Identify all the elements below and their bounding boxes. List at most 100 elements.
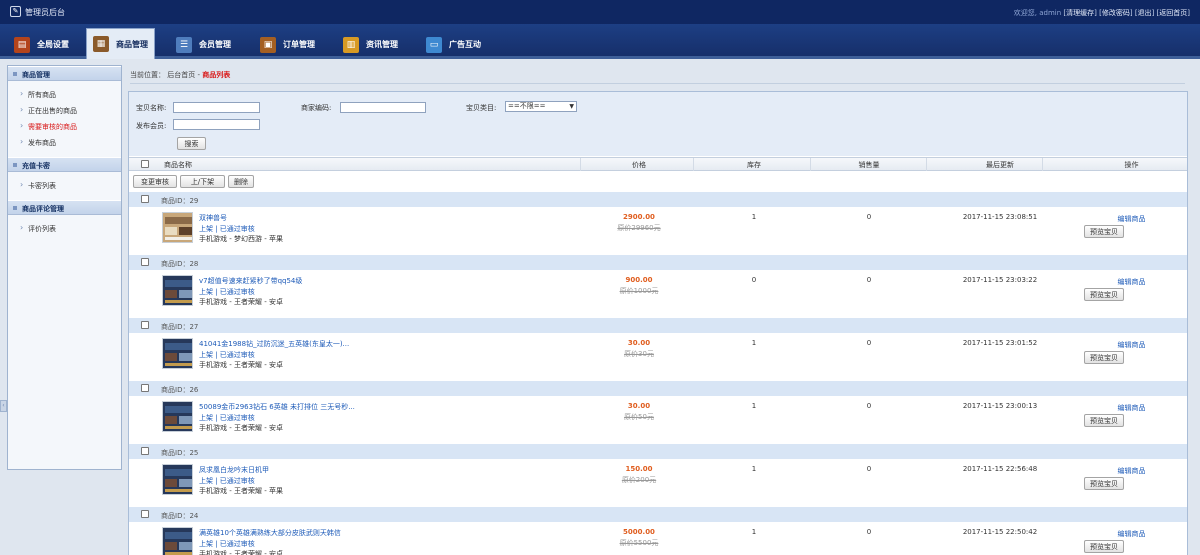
tab-label: 资讯管理 <box>366 40 398 49</box>
breadcrumb: 当前位置： 后台首页 - 商品列表 <box>130 70 230 80</box>
tab-global-settings[interactable]: ▤ 全局设置 <box>8 30 75 59</box>
sidebar-item-needs-review[interactable]: 需要审核的商品 <box>20 118 121 135</box>
welcome-text: 欢迎您, <box>1013 9 1038 17</box>
tab-label: 全局设置 <box>37 40 69 49</box>
product-name-link[interactable]: 41041金1988钻_过防沉迷_五英雄(东皇太一)... <box>199 339 349 349</box>
product-thumbnail[interactable] <box>162 464 193 495</box>
edit-product-link[interactable]: 编辑商品 <box>1074 529 1189 539</box>
row-checkbox[interactable] <box>141 510 149 518</box>
sidebar-item-all-products[interactable]: 所有商品 <box>20 86 121 103</box>
tab-order-management[interactable]: ▣ 订单管理 <box>254 30 321 59</box>
product-thumbnail[interactable] <box>162 401 193 432</box>
product-id: 商品ID：26 <box>161 385 198 395</box>
sidebar: 商品管理 所有商品 正在出售的商品 需要审核的商品 发布商品 充值卡密 卡密列表… <box>7 65 122 470</box>
sidebar-collapse-handle[interactable]: ‹ <box>0 400 7 412</box>
clear-cache-link[interactable]: 清理缓存 <box>1066 9 1094 17</box>
tab-news-management[interactable]: ▥ 资讯管理 <box>337 30 404 59</box>
product-updated: 2017-11-15 23:01:52 <box>962 339 1038 347</box>
change-review-button[interactable]: 变更审核 <box>133 175 177 188</box>
change-password-link[interactable]: 修改密码 <box>1102 9 1130 17</box>
product-status[interactable]: 上架 | 已通过审核 <box>199 413 255 423</box>
product-name-link[interactable]: 凤求凰白龙吟末日机甲 <box>199 465 269 475</box>
product-thumbnail[interactable] <box>162 275 193 306</box>
sidebar-section-reviews[interactable]: 商品评论管理 <box>8 200 121 215</box>
preview-button[interactable]: 预览宝贝 <box>1084 288 1124 301</box>
table-row: 商品ID：25 凤求凰白龙吟末日机甲 上架 | 已通过审核 手机游戏 - 王者荣耀 -… <box>129 444 1187 507</box>
row-checkbox[interactable] <box>141 258 149 266</box>
logout-link[interactable]: 退出 <box>1138 9 1152 17</box>
preview-button[interactable]: 预览宝贝 <box>1084 477 1124 490</box>
row-header: 商品ID：26 <box>129 381 1187 396</box>
product-thumbnail[interactable] <box>162 527 193 555</box>
merchant-code-input[interactable] <box>340 102 426 113</box>
product-original-price: 原价30元 <box>624 350 654 358</box>
product-category: 手机游戏 - 王者荣耀 - 苹果 <box>199 487 283 495</box>
product-name-link[interactable]: v7超值号速来赶紧秒了带qq54级 <box>199 276 302 286</box>
row-checkbox[interactable] <box>141 195 149 203</box>
app-title: 管理员后台 <box>25 8 65 17</box>
product-price: 150.00 <box>625 465 653 473</box>
top-bar: ✎ 管理员后台 欢迎您, admin [清理缓存] [修改密码] [退出] [返… <box>0 0 1200 24</box>
product-sales: 0 <box>866 528 872 536</box>
settings-icon: ▤ <box>14 36 30 53</box>
row-checkbox[interactable] <box>141 321 149 329</box>
category-select[interactable]: ==不限== ▼ <box>505 101 577 112</box>
product-stock: 1 <box>751 528 757 536</box>
product-id: 商品ID：29 <box>161 196 198 206</box>
product-updated: 2017-11-15 22:50:42 <box>962 528 1038 536</box>
col-actions: 操作 <box>1124 161 1139 169</box>
admin-logo-icon: ✎ <box>10 6 21 17</box>
edit-product-link[interactable]: 编辑商品 <box>1074 214 1189 224</box>
preview-button[interactable]: 预览宝贝 <box>1084 225 1124 238</box>
edit-product-link[interactable]: 编辑商品 <box>1074 340 1189 350</box>
delete-button[interactable]: 删除 <box>228 175 254 188</box>
product-status[interactable]: 上架 | 已通过审核 <box>199 350 255 360</box>
product-id-value: 29 <box>189 197 199 205</box>
product-status[interactable]: 上架 | 已通过审核 <box>199 224 255 234</box>
tab-ads-interaction[interactable]: ▭ 广告互动 <box>420 30 487 59</box>
preview-button[interactable]: 预览宝贝 <box>1084 414 1124 427</box>
sidebar-item-review-list[interactable]: 评价列表 <box>20 220 121 237</box>
edit-product-link[interactable]: 编辑商品 <box>1074 403 1189 413</box>
row-checkbox[interactable] <box>141 447 149 455</box>
edit-product-link[interactable]: 编辑商品 <box>1074 277 1189 287</box>
sidebar-item-card-list[interactable]: 卡密列表 <box>20 177 121 194</box>
tab-member-management[interactable]: ☰ 会员管理 <box>170 30 237 59</box>
preview-button[interactable]: 预览宝贝 <box>1084 351 1124 364</box>
tab-product-management[interactable]: ▦ 商品管理 <box>86 28 155 59</box>
search-button[interactable]: 搜索 <box>177 137 206 150</box>
product-status[interactable]: 上架 | 已通过审核 <box>199 476 255 486</box>
sidebar-section-products[interactable]: 商品管理 <box>8 66 121 81</box>
row-checkbox[interactable] <box>141 384 149 392</box>
member-input[interactable] <box>173 119 260 130</box>
product-thumbnail[interactable] <box>162 212 193 243</box>
sidebar-item-on-sale[interactable]: 正在出售的商品 <box>20 102 121 119</box>
product-status[interactable]: 上架 | 已通过审核 <box>199 539 255 549</box>
product-id: 商品ID：27 <box>161 322 198 332</box>
home-link[interactable]: 返回首页 <box>1159 9 1187 17</box>
product-thumbnail[interactable] <box>162 338 193 369</box>
product-updated: 2017-11-15 23:00:13 <box>962 402 1038 410</box>
breadcrumb-prefix: 当前位置： <box>130 71 165 79</box>
product-price: 30.00 <box>627 402 651 410</box>
product-name-link[interactable]: 50089金币2963钻石 6英雄 未打排位 三无号秒... <box>199 402 355 412</box>
product-name-link[interactable]: 满英雄10个英雄满熟练大部分皮肤武则天韩信 <box>199 528 341 538</box>
item-name-input[interactable] <box>173 102 260 113</box>
item-name-label: 宝贝名称: <box>136 104 167 112</box>
product-status[interactable]: 上架 | 已通过审核 <box>199 287 255 297</box>
sidebar-item-publish[interactable]: 发布商品 <box>20 134 121 151</box>
edit-product-link[interactable]: 编辑商品 <box>1074 466 1189 476</box>
product-price: 2900.00 <box>623 213 655 221</box>
breadcrumb-home[interactable]: 后台首页 <box>167 71 195 79</box>
product-sales: 0 <box>866 402 872 410</box>
sidebar-section-cards[interactable]: 充值卡密 <box>8 157 121 172</box>
tab-label: 商品管理 <box>116 39 148 49</box>
select-all-checkbox[interactable] <box>141 160 149 168</box>
breadcrumb-current: 商品列表 <box>202 71 231 79</box>
preview-button[interactable]: 预览宝贝 <box>1084 540 1124 553</box>
product-price: 5000.00 <box>623 528 655 536</box>
product-category: 手机游戏 - 梦幻西游 - 苹果 <box>199 235 283 243</box>
col-divider <box>926 158 927 171</box>
toggle-listing-button[interactable]: 上/下架 <box>180 175 225 188</box>
product-name-link[interactable]: 双神兽号 <box>199 213 227 223</box>
